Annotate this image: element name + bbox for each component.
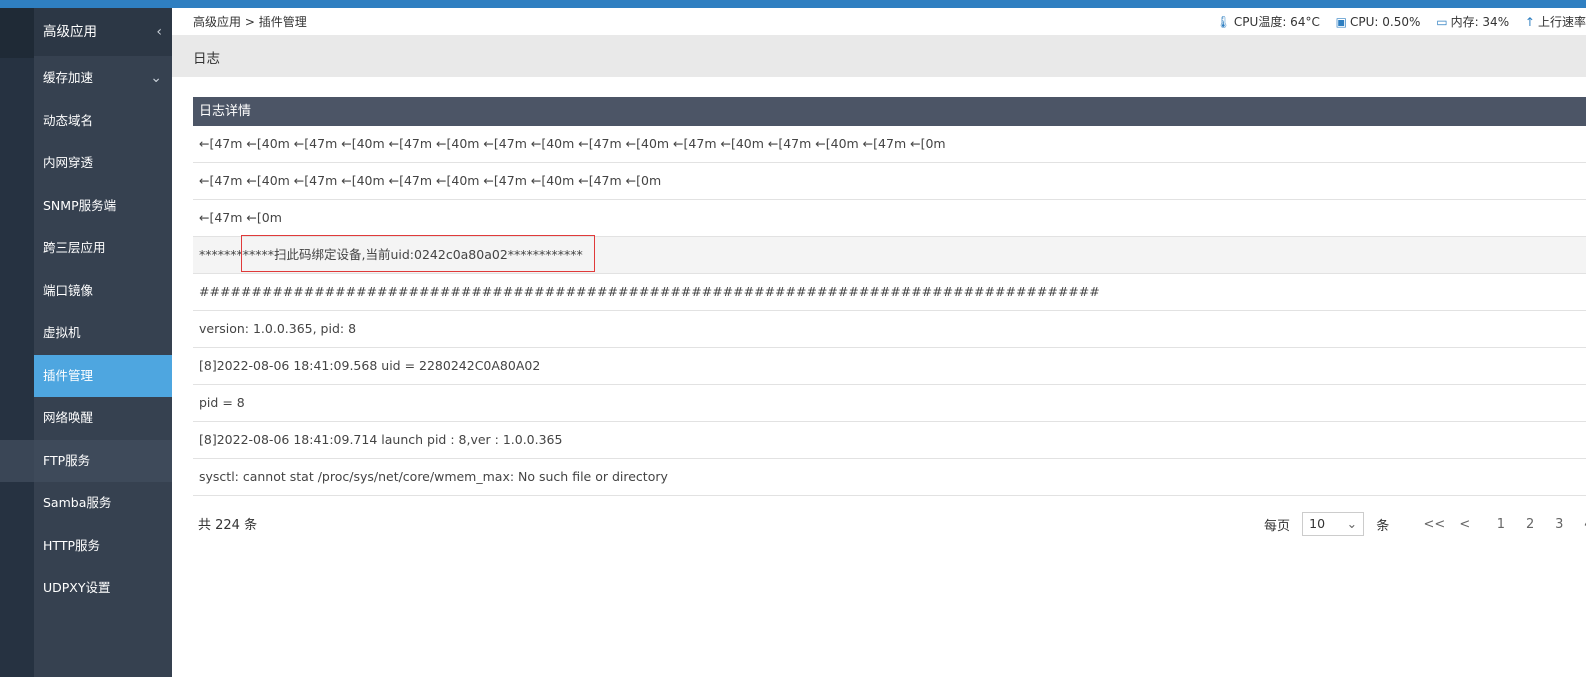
- breadcrumb: 高级应用 > 插件管理: [193, 13, 307, 30]
- first-page-button[interactable]: <<: [1423, 517, 1445, 532]
- sidebar-item-snmp[interactable]: SNMP服务端: [34, 185, 172, 227]
- chip-icon: ▣: [1335, 15, 1347, 29]
- sidebar-item-wol[interactable]: 网络唤醒: [34, 397, 172, 439]
- per-page-select[interactable]: 10 ⌄: [1302, 512, 1365, 536]
- sidebar-item-layer3[interactable]: 跨三层应用: [34, 227, 172, 269]
- chevron-down-icon: ⌄: [150, 70, 162, 86]
- main-content: 高级应用 > 插件管理 🌡 CPU温度: 64°C ▣ CPU: 0.50% ▭ 内存…: [172, 8, 1586, 677]
- breadcrumb-current: 插件管理: [258, 15, 307, 29]
- page-title: 日志: [193, 51, 220, 67]
- sidebar-item-label: Samba服务: [43, 495, 112, 510]
- sidebar-item-label: SNMP服务端: [43, 198, 117, 213]
- per-page-unit: 条: [1376, 518, 1390, 534]
- page-button[interactable]: 4: [1576, 517, 1586, 532]
- upload-status: ↑ 上行速率: [1525, 15, 1586, 29]
- sidebar-item-plugins[interactable]: 插件管理: [34, 355, 172, 397]
- sidebar-item-label: 虚拟机: [43, 325, 81, 340]
- log-row: [8]2022-08-06 18:41:09.568 uid = 2280242…: [193, 348, 1586, 385]
- sidebar-item-ddns[interactable]: 动态域名: [34, 100, 172, 142]
- log-row: ←[47m ←[0m: [193, 200, 1586, 237]
- page-button[interactable]: 3: [1547, 517, 1572, 532]
- sidebar-item-port-mirror[interactable]: 端口镜像: [34, 270, 172, 312]
- cpu-text: CPU: 0.50%: [1350, 15, 1421, 29]
- prev-page-button[interactable]: <: [1459, 517, 1470, 532]
- sidebar-item-label: HTTP服务: [43, 538, 100, 553]
- sidebar: 高级应用 ‹ 缓存加速 ⌄ 动态域名 内网穿透 SNMP服务端 跨三层应用 端口…: [34, 8, 172, 677]
- per-page-label: 每页: [1264, 518, 1291, 534]
- left-rail-top: [0, 8, 34, 58]
- sidebar-item-label: FTP服务: [43, 453, 91, 468]
- pagination: 每页 10 ⌄ 条 << < 1 2 3 4 5: [1264, 512, 1586, 536]
- per-page-value: 10: [1309, 516, 1326, 531]
- chevron-left-icon: ‹: [156, 24, 162, 40]
- top-accent-bar: [0, 0, 1586, 8]
- chevron-down-icon: ⌄: [1346, 516, 1358, 531]
- sidebar-item-nat-traversal[interactable]: 内网穿透: [34, 142, 172, 184]
- log-row: sysctl: cannot stat /proc/sys/net/core/w…: [193, 459, 1586, 496]
- log-row: [8]2022-08-06 18:41:09.714 launch pid : …: [193, 422, 1586, 459]
- sidebar-item-label: 插件管理: [43, 368, 94, 383]
- log-row: version: 1.0.0.365, pid: 8: [193, 311, 1586, 348]
- sidebar-item-ftp[interactable]: FTP服务: [34, 440, 172, 482]
- highlight-annotation-box: [241, 235, 595, 272]
- sidebar-item-udpxy[interactable]: UDPXY设置: [34, 567, 172, 609]
- memory-text: 内存: 34%: [1450, 15, 1510, 29]
- sidebar-item-label: 缓存加速: [43, 70, 94, 85]
- sidebar-group-label: 高级应用: [43, 24, 97, 40]
- sidebar-item-http[interactable]: HTTP服务: [34, 525, 172, 567]
- sidebar-item-label: 网络唤醒: [43, 410, 94, 425]
- sidebar-item-label: 内网穿透: [43, 155, 94, 170]
- page-title-bar: 日志: [172, 35, 1586, 77]
- sidebar-group-advanced[interactable]: 高级应用 ‹: [34, 8, 172, 56]
- sidebar-item-label: 动态域名: [43, 113, 94, 128]
- sidebar-item-vm[interactable]: 虚拟机: [34, 312, 172, 354]
- log-row: pid = 8: [193, 385, 1586, 422]
- upload-text: 上行速率: [1537, 15, 1586, 29]
- memory-status: ▭ 内存: 34%: [1436, 15, 1509, 29]
- memory-icon: ▭: [1436, 15, 1448, 29]
- log-panel-header: 日志详情: [193, 97, 1586, 126]
- left-rail-highlight: [0, 440, 34, 482]
- left-rail: [0, 8, 34, 677]
- sidebar-item-label: UDPXY设置: [43, 580, 111, 595]
- sidebar-item-cache[interactable]: 缓存加速 ⌄: [34, 57, 172, 99]
- sidebar-item-label: 跨三层应用: [43, 240, 106, 255]
- thermometer-icon: 🌡: [1215, 15, 1231, 29]
- log-panel: 日志详情 ←[47m ←[40m ←[47m ←[40m ←[47m ←[40m…: [193, 97, 1586, 496]
- log-row: ########################################…: [193, 274, 1586, 311]
- cpu-temp-status: 🌡 CPU温度: 64°C: [1216, 15, 1320, 29]
- cpu-status: ▣ CPU: 0.50%: [1336, 15, 1421, 29]
- breadcrumb-parent[interactable]: 高级应用: [193, 15, 241, 29]
- arrow-up-icon: ↑: [1524, 15, 1535, 29]
- total-count: 共 224 条: [198, 518, 258, 533]
- sidebar-item-label: 端口镜像: [43, 283, 94, 298]
- breadcrumb-separator: >: [244, 15, 255, 29]
- page-button[interactable]: 1: [1488, 517, 1513, 532]
- cpu-temp-text: CPU温度: 64°C: [1233, 15, 1320, 29]
- log-row: ←[47m ←[40m ←[47m ←[40m ←[47m ←[40m ←[47…: [193, 163, 1586, 200]
- page-button[interactable]: 2: [1518, 517, 1543, 532]
- system-status: 🌡 CPU温度: 64°C ▣ CPU: 0.50% ▭ 内存: 34% ↑ 上行速率: [1204, 13, 1586, 30]
- sidebar-item-samba[interactable]: Samba服务: [34, 482, 172, 524]
- log-row: ←[47m ←[40m ←[47m ←[40m ←[47m ←[40m ←[47…: [193, 126, 1586, 163]
